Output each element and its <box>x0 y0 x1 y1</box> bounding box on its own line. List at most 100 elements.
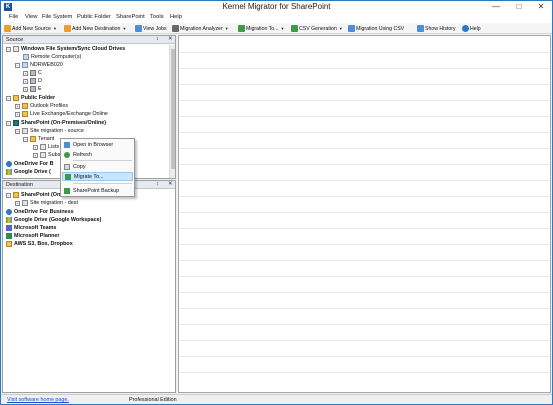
teams-icon <box>6 225 12 231</box>
status-bar: Visit software home page. Professional E… <box>1 394 552 404</box>
dest-node-googledrive[interactable]: Google Drive (Google Workspace) <box>6 216 101 224</box>
grid-line <box>180 244 549 245</box>
show-history-button[interactable]: Show History <box>417 24 456 33</box>
grid-line <box>180 116 549 117</box>
tree-node-drive-e[interactable]: + E <box>23 85 42 93</box>
help-button[interactable]: Help <box>462 24 481 33</box>
refresh-icon <box>64 151 70 158</box>
expand-icon[interactable]: + <box>15 103 20 109</box>
migration-to-button[interactable]: Migration To... ▼ <box>238 24 284 33</box>
tree-node-live-exchange[interactable]: + Live Exchange/Exchange Online <box>15 110 108 118</box>
expand-icon[interactable]: + <box>33 152 38 158</box>
expand-icon[interactable]: + <box>15 111 20 117</box>
toolbar: Add New Source ▼ Add New Destination ▼ V… <box>1 23 552 34</box>
sharepoint-icon <box>13 120 19 126</box>
csv-generation-button[interactable]: CSV Generation ▼ <box>291 24 343 33</box>
expand-icon[interactable]: + <box>23 78 28 84</box>
expand-icon[interactable]: + <box>23 70 28 76</box>
tree-node-drive-c[interactable]: + C <box>23 69 42 77</box>
add-source-button[interactable]: Add New Source ▼ <box>4 24 57 33</box>
collapse-icon[interactable]: − <box>15 128 20 134</box>
collapse-icon[interactable]: − <box>6 192 11 198</box>
migrate-icon <box>65 173 71 180</box>
google-drive-icon <box>6 169 12 175</box>
tree-node-googledrive[interactable]: Google Drive ( <box>6 168 51 176</box>
computer-icon <box>22 62 28 68</box>
source-scrollbar[interactable] <box>169 45 175 178</box>
tree-node-computer[interactable]: − NDRWEB020 <box>15 61 63 69</box>
expand-icon[interactable]: + <box>33 144 38 150</box>
menu-view[interactable]: View <box>25 14 37 20</box>
close-window-button[interactable]: ✕ <box>530 1 552 13</box>
add-destination-label: Add New Destination <box>72 25 121 32</box>
ctx-separator <box>73 183 132 184</box>
show-history-label: Show History <box>425 25 456 32</box>
minimize-button[interactable]: — <box>485 1 507 13</box>
add-destination-button[interactable]: Add New Destination ▼ <box>64 24 126 33</box>
view-jobs-button[interactable]: View Jobs <box>135 24 167 33</box>
ctx-sharepoint-backup[interactable]: SharePoint Backup <box>62 186 133 195</box>
collapse-icon[interactable]: − <box>15 62 20 68</box>
ctx-label: Open in Browser <box>73 141 114 148</box>
tree-label: Windows File System/Sync Cloud Drives <box>21 46 126 52</box>
help-label: Help <box>470 25 481 32</box>
help-icon <box>462 25 469 32</box>
maximize-button[interactable]: □ <box>508 1 530 13</box>
dest-node-teams[interactable]: Microsoft Teams <box>6 224 56 232</box>
tree-label: E <box>38 86 42 92</box>
dest-node-site[interactable]: + Site migration - dest <box>15 199 78 207</box>
subsite-icon <box>40 152 46 158</box>
destination-close-icon[interactable]: ✕ <box>168 181 173 187</box>
grid-line <box>180 148 549 149</box>
collapse-icon[interactable]: − <box>6 95 11 101</box>
menu-help[interactable]: Help <box>170 14 182 20</box>
collapse-icon[interactable]: − <box>6 46 11 52</box>
tree-node-win-fs[interactable]: − Windows File System/Sync Cloud Drives <box>6 45 125 53</box>
tree-node-remote[interactable]: Remote Computer(s) <box>23 53 81 61</box>
home-page-link[interactable]: Visit software home page. <box>7 397 69 403</box>
grid-line <box>180 372 549 373</box>
tree-node-public-folder[interactable]: − Public Folder <box>6 94 55 102</box>
dest-node-sharepoint[interactable]: − SharePoint (On-P <box>6 191 66 199</box>
menu-tools[interactable]: Tools <box>150 14 164 20</box>
tree-node-outlook[interactable]: + Outlook Profiles <box>15 102 68 110</box>
grid-line <box>180 340 549 341</box>
tree-label: Microsoft Teams <box>14 225 57 231</box>
tree-node-onedrive[interactable]: OneDrive For B <box>6 160 54 168</box>
scroll-thumb[interactable] <box>171 49 175 169</box>
grid-line <box>180 180 549 181</box>
list-icon <box>40 144 46 150</box>
tree-label: Outlook Profiles <box>30 103 69 109</box>
chevron-down-icon: ▼ <box>224 26 229 31</box>
migration-csv-button[interactable]: Migration Using CSV <box>348 24 404 33</box>
tree-label: SharePoint (On-Premises/Online) <box>21 120 107 126</box>
tree-label: Google Drive (Google Workspace) <box>14 217 102 223</box>
expand-icon[interactable]: + <box>23 86 28 92</box>
tree-node-lists[interactable]: + Lists <box>33 143 59 151</box>
menu-sharepoint[interactable]: SharePoint <box>116 14 145 20</box>
tree-node-subsites[interactable]: + Subs <box>33 151 60 159</box>
migration-analyzer-button[interactable]: Migration Analyzer ▼ <box>172 24 229 33</box>
ctx-open-browser[interactable]: Open in Browser <box>62 140 133 149</box>
menu-file[interactable]: File <box>9 14 18 20</box>
expand-icon[interactable]: + <box>15 200 20 206</box>
dest-node-planner[interactable]: Microsoft Planner <box>6 232 60 240</box>
menu-file-system[interactable]: File System <box>42 14 72 20</box>
source-pin-icon[interactable]: ↕ <box>156 36 159 42</box>
ctx-migrate-to[interactable]: Migrate To... <box>62 172 133 181</box>
ctx-refresh[interactable]: Refresh <box>62 150 133 159</box>
collapse-icon[interactable]: − <box>23 136 28 142</box>
tenant-icon <box>30 136 36 142</box>
dest-node-aws[interactable]: AWS S3, Box, Dropbox <box>6 240 73 248</box>
ctx-copy[interactable]: Copy <box>62 162 133 171</box>
tree-node-tenant[interactable]: − Tenant <box>23 135 54 143</box>
tree-node-sharepoint[interactable]: − SharePoint (On-Premises/Online) <box>6 119 106 127</box>
tree-node-drive-d[interactable]: + D <box>23 77 42 85</box>
destination-pin-icon[interactable]: ↕ <box>156 181 159 187</box>
dest-node-onedrive[interactable]: OneDrive For Business <box>6 208 74 216</box>
tree-node-site-source[interactable]: − Site migration - source <box>15 127 84 135</box>
source-close-icon[interactable]: ✕ <box>168 36 173 42</box>
computer-icon <box>13 46 19 52</box>
menu-public-folder[interactable]: Public Folder <box>77 14 111 20</box>
collapse-icon[interactable]: − <box>6 120 11 126</box>
